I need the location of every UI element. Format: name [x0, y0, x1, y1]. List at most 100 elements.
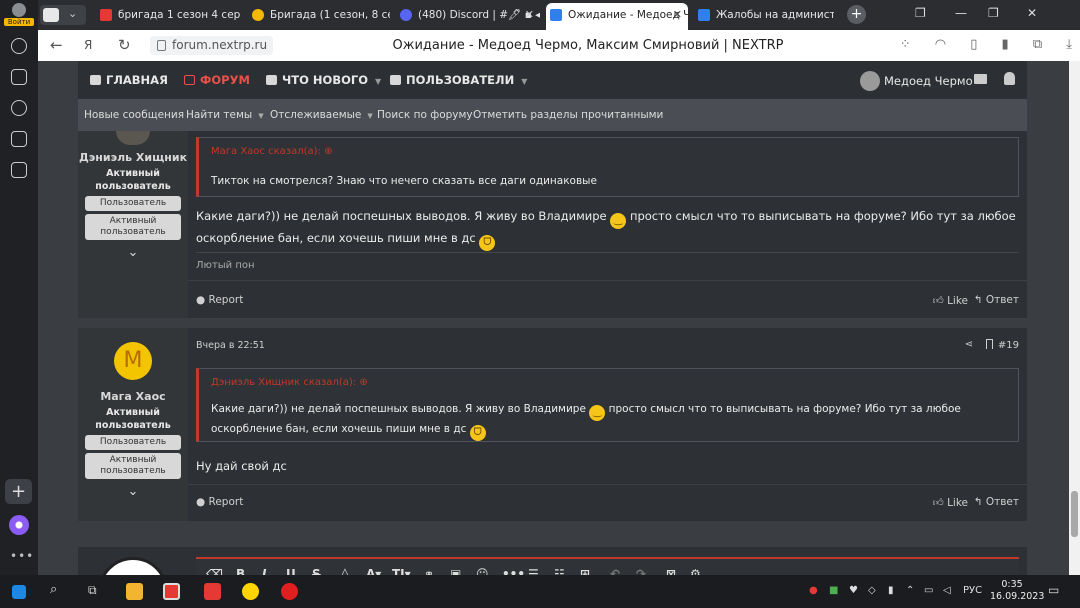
alice-assistant-icon[interactable]	[9, 515, 29, 535]
tab-brigada-8[interactable]: Бригада (1 сезон, 8 серия)	[248, 3, 390, 27]
collections-icon[interactable]: ⧉	[1033, 37, 1042, 52]
downloads-icon[interactable]: ⤓	[1066, 37, 1072, 52]
close-tab-icon[interactable]: ✕	[525, 3, 534, 27]
subnav-new-messages[interactable]: Новые сообщения	[84, 99, 184, 131]
tab-active-forum[interactable]: Ожидание - Медоед Чермо ✕	[546, 3, 688, 30]
network-icon[interactable]: ▭	[924, 585, 933, 596]
reply-button[interactable]: ↰ Ответ	[974, 496, 1019, 508]
yandex-logo-icon[interactable]: Я	[84, 38, 92, 52]
color-icon[interactable]: ◊	[342, 567, 348, 575]
account-menu[interactable]: Медоед Чермо	[860, 71, 973, 91]
like-button[interactable]: 👍︎ Like	[933, 294, 968, 307]
history-icon[interactable]	[11, 38, 27, 54]
avatar[interactable]	[116, 131, 150, 145]
yandex-icon[interactable]	[204, 583, 221, 600]
align-icon[interactable]: ☰	[528, 567, 539, 575]
close-window-icon[interactable]: ✕	[1027, 6, 1037, 20]
chevron-down-icon[interactable]: ⌄	[78, 245, 188, 260]
volume-icon[interactable]: ◁	[943, 585, 951, 596]
report-button[interactable]: ● Report	[196, 294, 243, 306]
subnav-watched[interactable]: Отслеживаемые ▼	[270, 99, 373, 131]
italic-icon[interactable]: I	[262, 567, 266, 575]
collections-icon[interactable]	[11, 69, 27, 85]
restore-icon[interactable]: ❐	[988, 6, 999, 20]
nav-forum[interactable]: ФОРУМ	[184, 61, 250, 99]
close-tab-icon[interactable]: ✕	[673, 3, 682, 27]
back-icon[interactable]: ←	[50, 36, 63, 54]
tray-opera-icon[interactable]: ●	[809, 585, 818, 596]
mail-icon[interactable]	[974, 74, 987, 84]
login-button[interactable]: Войти	[4, 3, 34, 27]
microphone-icon[interactable]: ▮	[888, 585, 894, 596]
media-control[interactable]: ⌄	[40, 5, 86, 25]
yandex-browser-icon[interactable]	[163, 583, 180, 600]
search-icon[interactable]: ⌕	[50, 582, 57, 597]
username[interactable]: Дэниэль Хищник	[78, 151, 188, 164]
reply-button[interactable]: ↰ Ответ	[974, 294, 1019, 306]
minimize-icon[interactable]: —	[955, 6, 967, 20]
quote-author[interactable]: Дэниэль Хищник сказал(а): ⊕	[211, 377, 368, 388]
username[interactable]: Мага Хаос	[78, 390, 188, 403]
tray-app-icon[interactable]: ◇	[868, 585, 876, 596]
subnav-search[interactable]: Поиск по форуму	[377, 99, 473, 131]
tab-complaints[interactable]: Жалобы на администрацию	[694, 3, 834, 27]
bold-icon[interactable]: B	[236, 567, 245, 575]
settings-icon[interactable]: ⚙	[690, 567, 701, 575]
app-five-icon[interactable]	[11, 131, 27, 147]
tray-green-icon[interactable]: ■	[829, 585, 838, 596]
table-icon[interactable]: ⊞	[580, 567, 590, 575]
bell-icon[interactable]	[1004, 72, 1015, 85]
nav-users[interactable]: ПОЛЬЗОВАТЕЛИ ▼	[390, 61, 527, 99]
new-tab-button[interactable]: +	[847, 5, 866, 24]
redo-icon[interactable]: ↷	[636, 567, 646, 575]
language-indicator[interactable]: РУС	[963, 585, 982, 596]
tab-brigada-4[interactable]: бригада 1 сезон 4 серия	[96, 3, 241, 27]
strikethrough-icon[interactable]: S	[312, 567, 321, 575]
underline-icon[interactable]: U	[286, 567, 296, 575]
nav-whats-new[interactable]: ЧТО НОВОГО ▼	[266, 61, 381, 99]
tab-discord[interactable]: (480) Discord | #🖊 ▪ ◂ ✕	[396, 3, 540, 27]
quote-author[interactable]: Мага Хаос сказал(а): ⊕	[211, 146, 332, 157]
font-size-icon[interactable]: A▾	[366, 567, 381, 575]
more-icon[interactable]: •••	[10, 549, 34, 563]
nav-home[interactable]: ГЛАВНАЯ	[90, 61, 168, 99]
toggle-bbcode-icon[interactable]: ⊠	[666, 567, 676, 575]
file-explorer-icon[interactable]	[126, 583, 143, 600]
url-field[interactable]: forum.nextrp.ru	[150, 36, 274, 55]
notifications-icon[interactable]: ▭	[1048, 583, 1059, 597]
more-options-icon[interactable]: •••	[502, 567, 525, 575]
image-icon[interactable]: ▣	[450, 567, 461, 575]
subnav-mark-read[interactable]: Отметить разделы прочитанными	[473, 99, 663, 131]
bookmark-icon[interactable]	[986, 339, 993, 349]
page-scrollbar[interactable]	[1069, 61, 1080, 575]
scrollbar-thumb[interactable]	[1071, 491, 1078, 537]
reader-icon[interactable]: ▯	[970, 37, 977, 52]
report-button[interactable]: ● Report	[196, 496, 243, 508]
windows-start-icon[interactable]	[12, 585, 26, 599]
like-button[interactable]: 👍︎ Like	[933, 496, 968, 509]
post-number[interactable]: #19	[998, 340, 1019, 351]
video-icon[interactable]	[11, 100, 27, 116]
share-icon[interactable]: ⋖	[965, 339, 973, 350]
avatar[interactable]: M	[114, 342, 152, 380]
tab-manager-icon[interactable]: ❐	[915, 6, 926, 20]
font-family-icon[interactable]: TI▾	[392, 567, 411, 575]
translate-icon[interactable]: ⁘	[900, 37, 911, 52]
subnav-find-topics[interactable]: Найти темы ▼	[186, 99, 264, 131]
eraser-icon[interactable]: ⌫	[206, 567, 223, 575]
link-icon[interactable]: ⚭	[424, 567, 434, 575]
task-view-icon[interactable]: ⧉	[88, 583, 97, 598]
list-icon[interactable]: ☷	[554, 567, 565, 575]
yandex-music-icon[interactable]	[242, 583, 259, 600]
undo-icon[interactable]: ↶	[610, 567, 620, 575]
reload-icon[interactable]: ↻	[118, 36, 131, 54]
add-panel-icon[interactable]: +	[5, 479, 32, 504]
smilie-icon[interactable]: ☺	[476, 567, 489, 575]
opera-icon[interactable]	[281, 583, 298, 600]
tray-yandex-icon[interactable]: ♥	[849, 585, 858, 596]
gallery-icon[interactable]	[11, 162, 27, 178]
chevron-up-icon[interactable]: ⌃	[906, 585, 914, 596]
post-date[interactable]: Вчера в 22:51	[196, 340, 265, 351]
headphones-icon[interactable]: ◠	[935, 37, 946, 52]
bookmark-icon[interactable]: ▮	[1002, 37, 1009, 52]
